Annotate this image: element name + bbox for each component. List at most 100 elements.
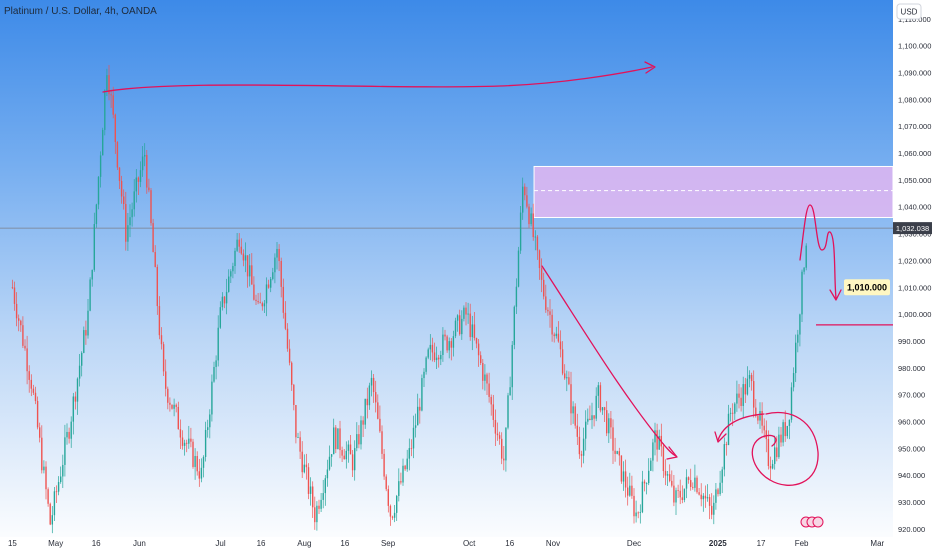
candle-body [36,400,39,428]
candle-body [538,250,541,269]
candle-body [503,458,505,461]
currency-button[interactable]: USD [896,3,922,20]
candle-body [685,477,688,489]
candle-body [91,269,93,280]
candle-body [204,429,207,457]
projection-path [799,204,837,299]
candle-body [473,324,476,339]
candle-body [293,384,295,405]
candle-body [20,320,22,326]
candle-body [782,422,784,443]
candle-body [561,349,564,374]
candle-body [396,495,398,513]
candle-body [612,427,614,451]
candle-body [736,393,738,404]
candle-body [24,345,26,349]
candle-body [412,427,415,449]
candle-body [746,378,749,395]
candle-body [381,431,383,454]
candle-body [496,433,499,436]
candle-body [165,371,167,389]
candle-body [246,255,249,277]
candle-body [687,477,690,481]
candle-body [738,393,740,398]
event-marker-icon[interactable] [812,516,824,528]
candle-body [429,344,432,350]
candle-body [68,431,70,439]
candle-body [223,296,226,304]
candle-body [522,186,524,213]
candle-body [135,177,138,192]
candle-body [528,206,530,225]
candle-body [74,396,77,402]
candle-body [78,365,81,379]
candle-body [643,481,646,484]
candle-body [391,516,394,518]
candle-body [360,420,362,445]
candle-body [408,448,411,459]
candle-body [740,397,742,406]
price-chart[interactable]: 1,010.000 920.000 930.000 940.000 950.000 96… [0,0,932,550]
candle-body [433,352,436,361]
candle-body [141,156,144,171]
candle-body [792,373,795,388]
time-tick-label: 16 [340,539,349,548]
chart-title: Platinum / U.S. Dollar, 4h, OANDA [4,6,157,17]
time-tick-label: Mar [870,539,884,548]
candle-body [803,267,805,272]
candle-body [171,404,173,409]
candle-body [251,265,253,285]
candle-body [288,348,291,363]
candle-body [28,371,30,380]
candle-body [641,481,644,513]
candle-body [419,406,421,411]
candle-body [727,413,730,446]
candle-body [599,385,602,411]
candle-body [276,248,278,258]
candle-body [118,167,121,181]
candle-body [606,410,608,434]
candle-body [99,155,102,177]
candle-body [177,406,180,430]
candle-body [471,324,474,338]
time-tick-label: Feb [795,539,809,548]
candle-body [87,310,89,336]
candle-body [698,492,700,495]
candle-body [673,485,675,503]
candle-body [156,266,159,307]
candle-body [89,279,91,311]
candle-body [225,291,228,304]
price-tick-label: 1,020.000 [898,256,931,265]
candle-body [318,505,320,509]
candle-body [242,253,245,261]
candle-body [450,341,453,348]
candle-body [106,75,108,91]
candle-body [669,474,671,481]
candle-body [618,451,621,456]
candle-body [427,349,429,358]
candle-body [461,318,463,335]
candle-body [448,341,450,351]
time-tick-label: 16 [257,539,266,548]
candle-body [257,300,259,303]
candle-body [589,418,591,421]
candle-body [110,94,112,96]
chart-container[interactable]: 1,010.000 920.000 930.000 940.000 950.000 96… [0,0,932,550]
candle-body [444,334,446,337]
candle-body [284,312,287,329]
candle-body [414,425,417,428]
price-tick-label: 990.000 [898,337,925,346]
resistance-zone [533,165,894,218]
candle-body [534,236,537,238]
candle-body [423,371,425,379]
candle-body [580,454,583,456]
candle-body [286,328,289,349]
candle-body [608,418,610,434]
candle-body [49,503,51,525]
candle-body [102,129,104,156]
candle-body [421,378,423,411]
candle-body [320,499,322,509]
candle-body [309,486,312,494]
candle-body [83,330,85,353]
candle-body [492,404,495,420]
